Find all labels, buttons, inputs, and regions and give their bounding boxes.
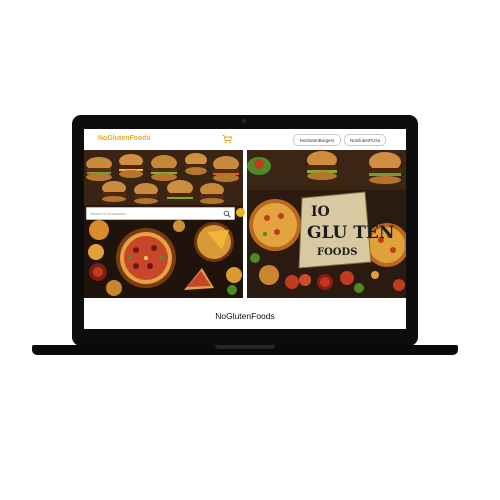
header-bar: NoGlutenFoods NoGlutenBurgers NoGlutenPi… <box>84 129 406 150</box>
location-search-input[interactable] <box>90 209 218 217</box>
search-icon[interactable] <box>223 210 231 218</box>
laptop-base <box>32 345 458 355</box>
hero-text-io: IO <box>311 204 330 220</box>
cart-icon[interactable] <box>221 133 233 145</box>
search-go-button[interactable] <box>236 208 245 217</box>
food-collage-right: IO GLU TEN FOODS <box>247 150 406 298</box>
hero-text-foods: FOODS <box>317 247 357 258</box>
laptop-notch <box>215 345 275 349</box>
footer-title: NoGlutenFoods <box>215 311 275 321</box>
food-collage-left <box>84 150 243 298</box>
hero-text-gluten: GLU TEN <box>307 223 394 243</box>
nav-burgers-button[interactable]: NoGlutenBurgers <box>293 134 341 146</box>
laptop-screen: NoGlutenFoods NoGlutenBurgers NoGlutenPi… <box>84 129 406 329</box>
nav-pizza-button[interactable]: NoGlutenPizza <box>344 134 386 146</box>
location-search-box <box>86 207 235 220</box>
laptop-mockup: NoGlutenFoods NoGlutenBurgers NoGlutenPi… <box>0 0 500 500</box>
webcam <box>242 119 246 123</box>
site-logo[interactable]: NoGlutenFoods <box>98 135 151 142</box>
hero-section: IO GLU TEN FOODS <box>84 150 406 298</box>
